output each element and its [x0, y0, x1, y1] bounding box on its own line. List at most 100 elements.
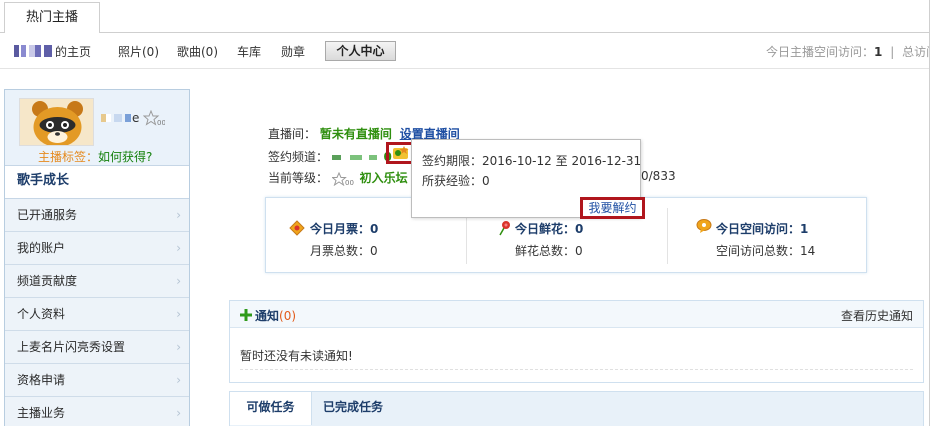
sidebar-heading-growth: 歌手成长 [5, 166, 189, 199]
space-nav: 的主页 照片(0) 歌曲(0) 车库 勋章 个人中心 今日主播空间访问：1 | … [0, 33, 930, 69]
sidebar-item-label: 频道贡献度 [17, 274, 78, 288]
notice-title-label: 通知 [255, 309, 280, 323]
sidebar-item-label: 上麦名片闪亮秀设置 [17, 340, 126, 354]
contract-period-start: 2016-10-12 [482, 154, 552, 168]
flower-icon [499, 221, 510, 236]
signed-badge-icon [393, 146, 409, 159]
contract-period: 签约期限：2016-10-12 至 2016-12-31 [422, 152, 641, 169]
star-level-icon: 00 [330, 171, 354, 187]
ticket-icon [289, 220, 305, 236]
chevron-right-icon: › [176, 241, 181, 255]
anchor-tag-howto-link[interactable]: 如何获得? [98, 150, 152, 164]
tab-hot-anchors[interactable]: 热门主播 [4, 2, 100, 34]
blurred-name-mosaic [29, 45, 41, 57]
sidebar-item-card-settings[interactable]: 上麦名片闪亮秀设置 › [5, 331, 189, 364]
sidebar-item-label: 资格申请 [17, 373, 66, 387]
sidebar-item-business[interactable]: 主播业务 › [5, 397, 189, 426]
monthly-ticket-title-label: 今日月票： [310, 222, 371, 236]
visit-total-label: 总访问 [902, 45, 930, 59]
current-level-name: 初入乐坛 [359, 171, 408, 185]
monthly-ticket-total-label: 月票总数： [310, 244, 371, 258]
notice-history-link[interactable]: 查看历史通知 [841, 307, 913, 324]
live-room-label: 直播间： [268, 127, 317, 141]
sidebar-item-label: 主播业务 [17, 406, 66, 420]
space-visit-title-label: 今日空间访问： [716, 222, 801, 236]
flower-title-label: 今日鲜花： [515, 222, 576, 236]
space-visit-total-label: 空间访问总数： [716, 244, 801, 258]
space-visit-stat: 今日空间访问：1 空间访问总数：14 [668, 198, 868, 274]
signed-channel-row: 签约频道： 0 [268, 148, 392, 165]
sidebar-item-contribution[interactable]: 频道贡献度 › [5, 265, 189, 298]
space-visit-total: 空间访问总数：14 [716, 242, 815, 259]
sidebar-item-account[interactable]: 我的账户 › [5, 232, 189, 265]
monthly-ticket-value: 0 [370, 222, 379, 236]
page-root: 热门主播 的主页 照片(0) 歌曲(0) 车库 勋章 个人中心 今日主播空间访问… [0, 0, 930, 426]
visit-label: 今日主播空间访问： [766, 45, 875, 59]
contract-exp-label: 所获经验： [422, 174, 483, 188]
nav-songs-link[interactable]: 歌曲(0) [177, 43, 218, 60]
level-progress-tail: 0/833 [641, 169, 676, 183]
chevron-right-icon: › [176, 373, 181, 387]
contract-period-to: 至 [555, 154, 568, 168]
blurred-name-mosaic [44, 45, 52, 57]
sidebar-item-qualification[interactable]: 资格申请 › [5, 364, 189, 397]
monthly-ticket-title: 今日月票：0 [310, 220, 378, 237]
live-room-status: 暂未有直播间 [319, 127, 392, 141]
profile-name[interactable]: e 00 [101, 110, 165, 126]
notice-panel: 通知(0) 查看历史通知 暂时还没有未读通知! [229, 300, 924, 383]
anchor-tag-row: 主播标签：如何获得? [38, 148, 152, 165]
sidebar-item-services[interactable]: 已开通服务 › [5, 199, 189, 232]
monthly-ticket-total: 月票总数：0 [310, 242, 378, 259]
notice-count: (0) [279, 309, 297, 323]
current-level-label: 当前等级： [268, 171, 329, 185]
notice-divider [240, 369, 913, 370]
profile-name-suffix: e [132, 111, 140, 125]
nav-medals-link[interactable]: 勋章 [281, 43, 305, 60]
contract-exp-value: 0 [482, 174, 490, 188]
chevron-right-icon: › [176, 340, 181, 354]
notice-empty-text: 暂时还没有未读通知! [240, 349, 353, 363]
contract-period-end: 2016-12-31 [571, 154, 642, 168]
visit-value: 1 [874, 45, 883, 59]
personal-center-button[interactable]: 个人中心 [325, 41, 396, 61]
svg-text:00: 00 [345, 179, 354, 186]
channel-badge-highlight[interactable] [386, 142, 414, 164]
flower-total-label: 鲜花总数： [515, 244, 576, 258]
sidebar-item-label: 已开通服务 [17, 208, 78, 222]
avatar[interactable] [19, 98, 94, 146]
sidebar-item-profile[interactable]: 个人资料 › [5, 298, 189, 331]
profile-card: e 00 主播标签：如何获得? [5, 90, 189, 166]
nav-garage-link[interactable]: 车库 [237, 43, 261, 60]
sidebar-item-label: 个人资料 [17, 307, 66, 321]
nav-home-label: 的主页 [55, 44, 92, 59]
blurred-name-mosaic [114, 114, 122, 122]
blurred-name-mosaic [125, 114, 131, 122]
anchor-tag-label: 主播标签： [38, 150, 99, 164]
chevron-right-icon: › [176, 406, 181, 420]
svg-text:00: 00 [157, 119, 165, 126]
terminate-contract-button[interactable]: 我要解约 [580, 197, 645, 219]
flower-title: 今日鲜花：0 [515, 220, 583, 237]
blurred-channel-mosaic [368, 155, 377, 160]
notice-title: 通知(0) [240, 307, 296, 324]
today-visit-stats: 今日主播空间访问：1 | 总访问 [766, 43, 930, 60]
nav-photos-link[interactable]: 照片(0) [118, 43, 159, 60]
contract-popup: 签约期限：2016-10-12 至 2016-12-31 所获经验：0 我要解约 [411, 139, 645, 219]
chevron-right-icon: › [176, 307, 181, 321]
raccoon-avatar-icon [20, 99, 93, 145]
sidebar: e 00 主播标签：如何获得? 歌手成长 已开通服务 › 我的账户 › 频道贡献度 ›… [4, 89, 190, 426]
nav-home-link[interactable]: 的主页 [14, 43, 91, 59]
contract-exp: 所获经验：0 [422, 172, 490, 189]
tasks-tab-bar: 可做任务 已完成任务 [229, 391, 924, 426]
tab-available-tasks[interactable]: 可做任务 [230, 392, 312, 425]
tab-completed-tasks[interactable]: 已完成任务 [312, 392, 394, 425]
chevron-right-icon: › [176, 208, 181, 222]
blurred-name-mosaic [101, 114, 111, 122]
star-level-icon: 00 [143, 110, 165, 126]
flower-total-value: 0 [575, 244, 583, 258]
flower-value: 0 [575, 222, 584, 236]
top-tab-bar: 热门主播 [0, 0, 930, 34]
plus-icon [240, 309, 252, 321]
space-visit-title: 今日空间访问：1 [716, 220, 808, 237]
flower-total: 鲜花总数：0 [515, 242, 583, 259]
